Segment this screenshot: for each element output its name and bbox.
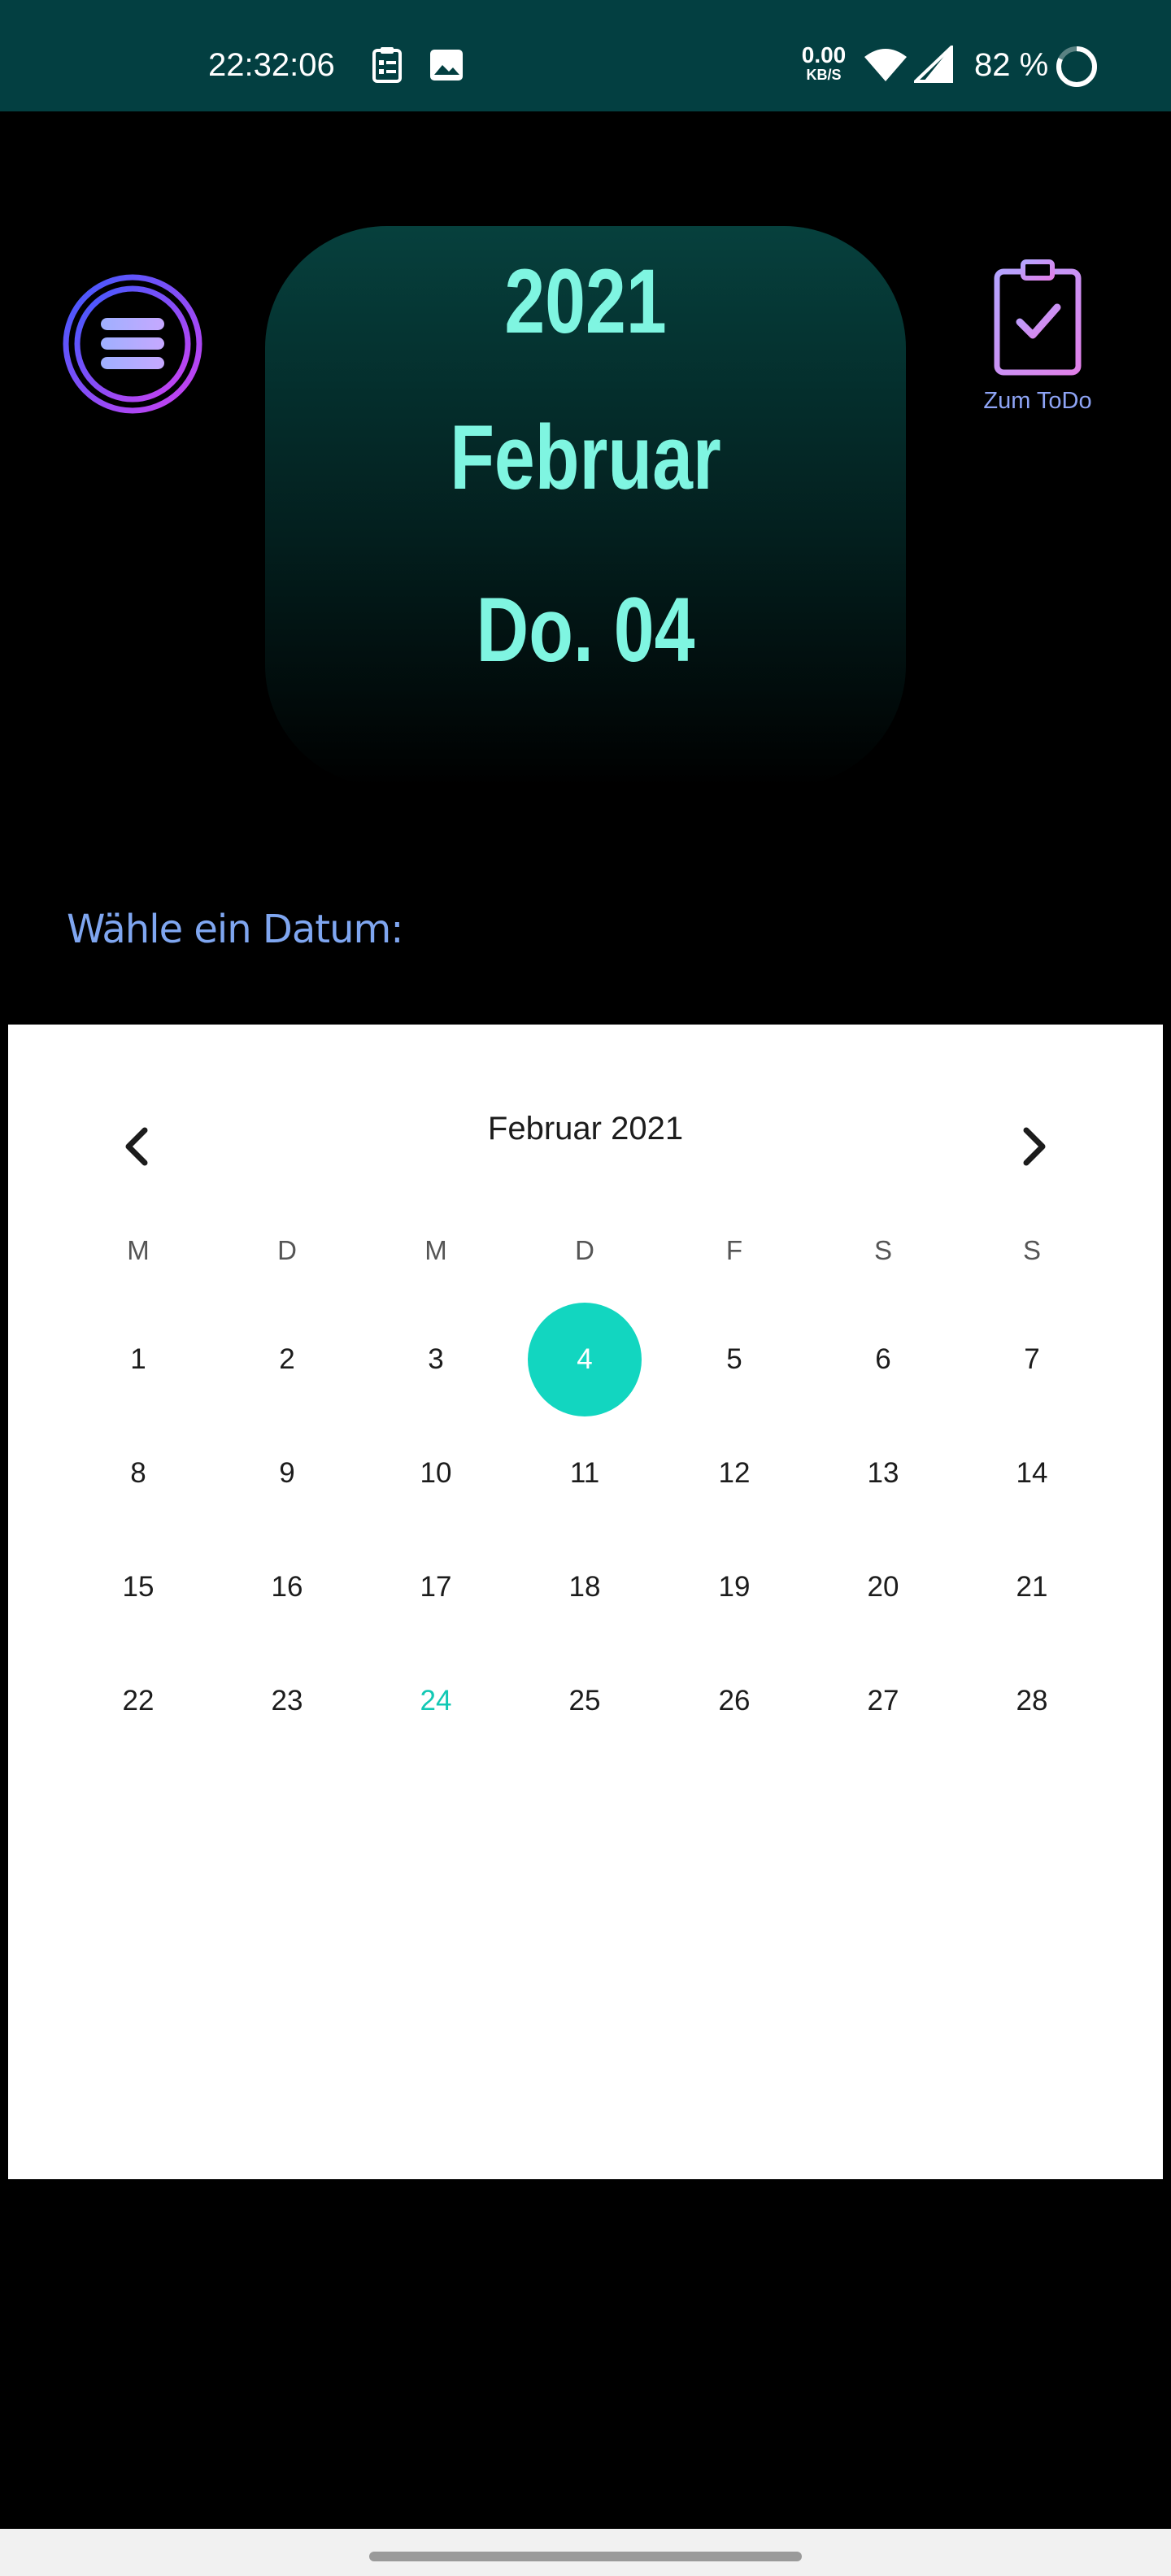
selected-month: Februar xyxy=(450,407,721,508)
menu-circle-icon xyxy=(63,274,202,414)
calendar-day[interactable]: 28 xyxy=(975,1644,1089,1758)
calendar-day[interactable]: 26 xyxy=(677,1644,791,1758)
weekday-label: F xyxy=(725,1235,743,1265)
cell-signal-icon xyxy=(912,43,953,86)
calendar-day[interactable]: 21 xyxy=(975,1530,1089,1644)
calendar-day[interactable]: 22 xyxy=(81,1644,195,1758)
calendar-month-title: Februar 2021 xyxy=(487,1111,684,1147)
todo-label: Zum ToDo xyxy=(983,388,1092,414)
calendar-day[interactable]: 13 xyxy=(826,1416,940,1530)
calendar-day[interactable]: 7 xyxy=(975,1303,1089,1416)
battery-ring-icon xyxy=(1054,44,1099,93)
calendar-day[interactable]: 9 xyxy=(230,1416,344,1530)
calendar-day[interactable]: 10 xyxy=(379,1416,493,1530)
calendar-day[interactable]: 8 xyxy=(81,1416,195,1530)
calendar-day[interactable]: 20 xyxy=(826,1530,940,1644)
date-prompt: Wähle ein Datum: xyxy=(67,907,403,952)
calendar-day[interactable]: 12 xyxy=(677,1416,791,1530)
menu-button[interactable] xyxy=(62,273,203,415)
navigation-bar xyxy=(0,2529,1171,2576)
calendar-day[interactable]: 6 xyxy=(826,1303,940,1416)
wifi-icon xyxy=(864,47,908,86)
calendar-day[interactable]: 3 xyxy=(379,1303,493,1416)
selected-day: Do. 04 xyxy=(476,579,695,681)
todo-button[interactable]: Zum ToDo xyxy=(973,257,1103,420)
calendar-day-selected[interactable]: 4 xyxy=(528,1303,642,1416)
weekday-label: D xyxy=(277,1235,297,1265)
calendar-day[interactable]: 2 xyxy=(230,1303,344,1416)
calendar-day[interactable]: 19 xyxy=(677,1530,791,1644)
calendar-day[interactable]: 11 xyxy=(528,1416,642,1530)
calendar: Februar 2021 MDMDFSS 1 2 3 4 5 6 7 8 9 10 11 12 13 14… xyxy=(8,1025,1163,2179)
weekday-label: M xyxy=(127,1235,150,1265)
network-speed-value: 0.00 xyxy=(801,42,847,67)
calendar-day[interactable]: 5 xyxy=(677,1303,791,1416)
status-bar: 22:32:06 0.00 KB/S 82 % xyxy=(0,0,1171,111)
chevron-right-icon xyxy=(1023,1127,1046,1166)
calendar-day[interactable]: 16 xyxy=(230,1530,344,1644)
calendar-day[interactable]: 23 xyxy=(230,1644,344,1758)
image-notification-icon xyxy=(429,49,464,85)
calendar-day[interactable]: 18 xyxy=(528,1530,642,1644)
clipboard-notification-icon xyxy=(371,46,403,86)
weekday-label: S xyxy=(873,1235,892,1265)
calendar-day-today[interactable]: 24 xyxy=(379,1644,493,1758)
gesture-handle[interactable] xyxy=(369,2552,802,2561)
calendar-day[interactable]: 15 xyxy=(81,1530,195,1644)
selected-year: 2021 xyxy=(504,250,667,352)
calendar-day[interactable]: 27 xyxy=(826,1644,940,1758)
calendar-day[interactable]: 14 xyxy=(975,1416,1089,1530)
network-speed-unit: KB/S xyxy=(806,67,842,83)
clipboard-check-icon xyxy=(994,259,1082,376)
network-speed: 0.00 KB/S xyxy=(797,42,851,84)
weekday-label: M xyxy=(424,1235,447,1265)
calendar-day[interactable]: 17 xyxy=(379,1530,493,1644)
weekday-label: S xyxy=(1022,1235,1041,1265)
battery-percent: 82 % xyxy=(974,47,1049,83)
status-time: 22:32:06 xyxy=(208,47,335,83)
calendar-day[interactable]: 25 xyxy=(528,1644,642,1758)
weekday-label: D xyxy=(575,1235,594,1265)
next-month-button[interactable] xyxy=(992,1106,1073,1187)
calendar-day[interactable]: 1 xyxy=(81,1303,195,1416)
